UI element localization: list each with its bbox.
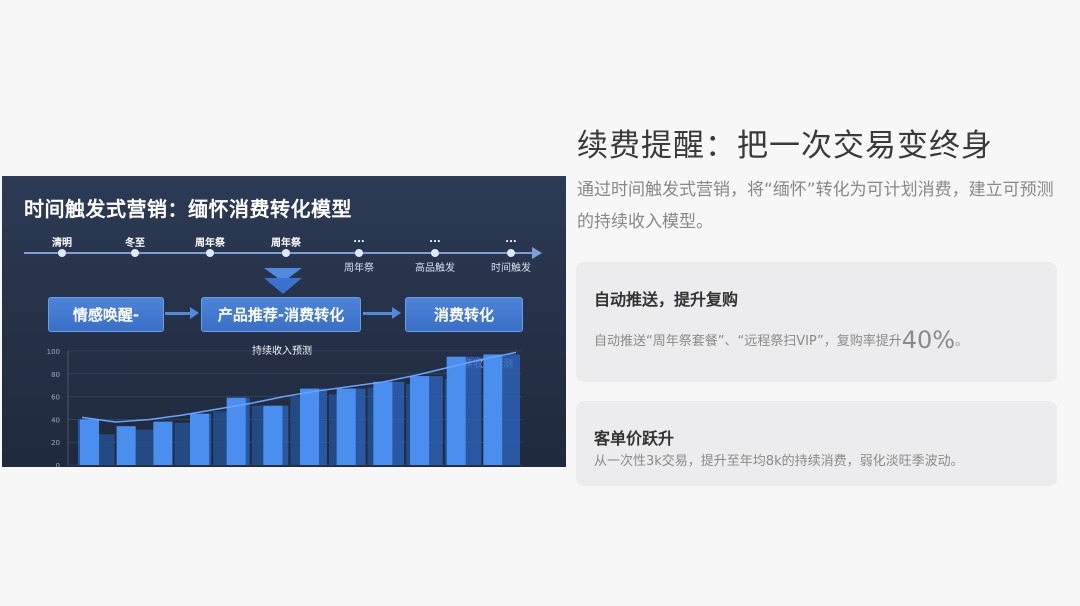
page-subtitle: 通过时间触发式营销，将“缅怀”转化为可计划消费，建立可预测的持续收入模型。 bbox=[577, 180, 1054, 232]
chart-bar bbox=[97, 434, 115, 465]
page-title: 续费提醒：把一次交易变终身 bbox=[577, 128, 993, 164]
y-tick-label: 0 bbox=[56, 462, 60, 467]
chart-bar-highlight bbox=[116, 426, 136, 465]
y-tick-label: 20 bbox=[51, 439, 60, 447]
repurchase-rate: 40% bbox=[901, 326, 956, 354]
chart-bar-highlight bbox=[80, 419, 100, 465]
card-text: 自动推送“周年祭套餐”、“远程祭扫VIP”，复购率提升40%。 bbox=[594, 326, 968, 354]
chart-bar-highlight bbox=[226, 397, 246, 465]
chart-bar bbox=[464, 356, 482, 465]
feature-card-order-value: 客单价跃升 从一次性3k交易，提升至年均8k的持续消费，弱化淡旺季波动。 bbox=[576, 401, 1057, 486]
chart-bar-highlight bbox=[263, 405, 283, 465]
chart-bar-highlight bbox=[153, 421, 173, 465]
chart-bar-highlight bbox=[483, 354, 503, 465]
chart-bar bbox=[135, 429, 154, 465]
card-text: 从一次性3k交易，提升至年均8k的持续消费，弱化淡旺季波动。 bbox=[594, 454, 964, 469]
card-title: 自动推送，提升复购 bbox=[594, 290, 739, 309]
feature-card-repurchase: 自动推送，提升复购 自动推送“周年祭套餐”、“远程祭扫VIP”，复购率提升40%… bbox=[576, 262, 1057, 382]
chart-bar-highlight bbox=[336, 388, 356, 465]
chart-bar bbox=[174, 422, 192, 465]
y-tick-label: 40 bbox=[51, 416, 60, 424]
chart-bar-highlight bbox=[300, 388, 320, 465]
card-title: 客单价跃升 bbox=[594, 429, 675, 448]
chart-bar-highlight bbox=[446, 356, 466, 465]
chart-bar bbox=[502, 354, 520, 465]
marketing-model-image: 时间触发式营销：缅怀消费转化模型 清明 冬至 周年祭 周年祭... 周年祭... 高品触发… bbox=[2, 176, 566, 467]
chart-bar-highlight bbox=[190, 413, 210, 465]
card-text-suffix: 。 bbox=[955, 334, 969, 349]
y-tick-label: 80 bbox=[51, 371, 60, 379]
revenue-forecast-chart: 0 20 40 60 80 100 bbox=[47, 348, 522, 467]
chart-bar-highlight bbox=[410, 376, 430, 465]
y-tick-label: 60 bbox=[51, 394, 60, 402]
card-text-prefix: 自动推送“周年祭套餐”、“远程祭扫VIP”，复购率提升 bbox=[594, 334, 902, 349]
y-tick-label: 100 bbox=[47, 348, 60, 356]
chart-bar-highlight bbox=[373, 381, 393, 465]
